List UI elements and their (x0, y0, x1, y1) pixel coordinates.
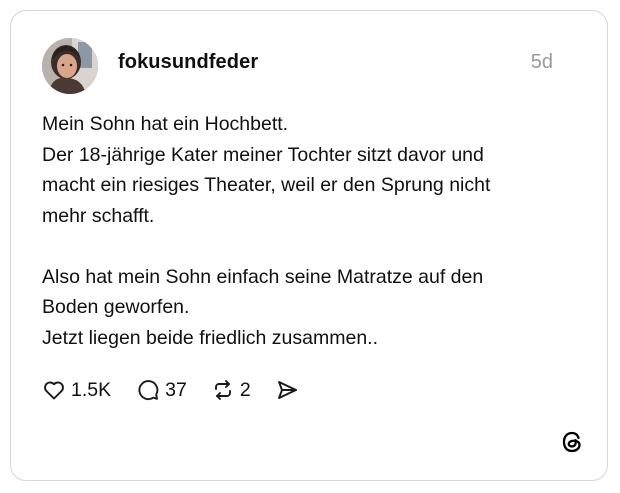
post-text-line: mehr schafft. (42, 204, 155, 227)
speech-bubble-icon (136, 378, 160, 402)
post-card: fokusundfeder 5d Mein Sohn hat ein Hochb… (10, 10, 608, 481)
action-bar: 1.5K 37 2 (42, 375, 299, 405)
post-text-line: Jetzt liegen beide friedlich zusammen.. (42, 326, 379, 349)
post-text-line: Der 18-jährige Kater meiner Tochter sitz… (42, 143, 484, 166)
post-text: Mein Sohn hat ein Hochbett. Der 18-jähri… (42, 109, 582, 353)
post-text-line: macht ein riesiges Theater, weil er den … (42, 174, 491, 196)
threads-logo-icon (559, 429, 585, 455)
share-button[interactable] (275, 378, 299, 402)
username[interactable]: fokusundfeder (118, 51, 258, 74)
avatar-image (42, 38, 98, 94)
post-text-line: Boden geworfen. (42, 296, 190, 318)
send-icon (275, 378, 299, 402)
post-text-line: Mein Sohn hat ein Hochbett. (42, 113, 289, 135)
reply-count: 37 (165, 378, 187, 401)
avatar[interactable] (42, 38, 98, 94)
repost-count: 2 (239, 378, 251, 401)
like-count: 1.5K (71, 378, 112, 401)
reply-button[interactable]: 37 (136, 378, 187, 402)
post-timestamp: 5d (530, 51, 553, 73)
repost-button[interactable]: 2 (211, 378, 251, 402)
heart-icon (42, 378, 66, 402)
post-text-line: Also hat mein Sohn einfach seine Matratz… (42, 265, 484, 288)
repost-arrows-icon (211, 378, 235, 402)
like-button[interactable]: 1.5K (42, 378, 111, 402)
